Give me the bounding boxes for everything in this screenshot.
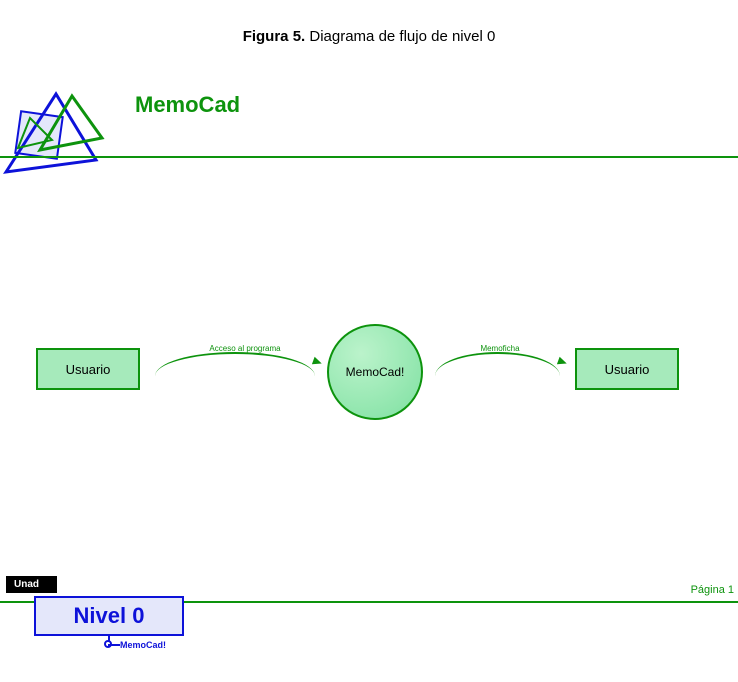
flow-label-acceso: Acceso al programa <box>185 344 305 353</box>
figure-caption: Figura 5. Diagrama de flujo de nivel 0 <box>0 28 738 45</box>
process-memocad: MemoCad! <box>327 324 423 420</box>
page-number: Página 1 <box>691 584 734 596</box>
arrowhead-icon <box>312 357 323 368</box>
figure-text: Diagrama de flujo de nivel 0 <box>305 28 495 45</box>
entity-usuario-right: Usuario <box>575 348 679 390</box>
footer-subsystem-label: MemoCad! <box>120 640 166 650</box>
footer-connector-icon <box>108 644 120 646</box>
badge-unad: Unad <box>6 576 57 593</box>
flow-arc-1 <box>155 352 315 376</box>
arrowhead-icon <box>557 357 568 368</box>
dfd-diagram: Usuario Acceso al programa MemoCad! Memo… <box>0 330 738 420</box>
header-title: MemoCad <box>135 92 240 118</box>
logo-triangles-icon <box>0 78 120 188</box>
header-divider <box>0 156 738 158</box>
entity-usuario-left: Usuario <box>36 348 140 390</box>
flow-arc-2 <box>435 352 560 376</box>
level-box: Nivel 0 <box>34 596 184 636</box>
flow-label-memoficha: Memoficha <box>460 344 540 353</box>
figure-label: Figura 5. <box>243 28 306 45</box>
